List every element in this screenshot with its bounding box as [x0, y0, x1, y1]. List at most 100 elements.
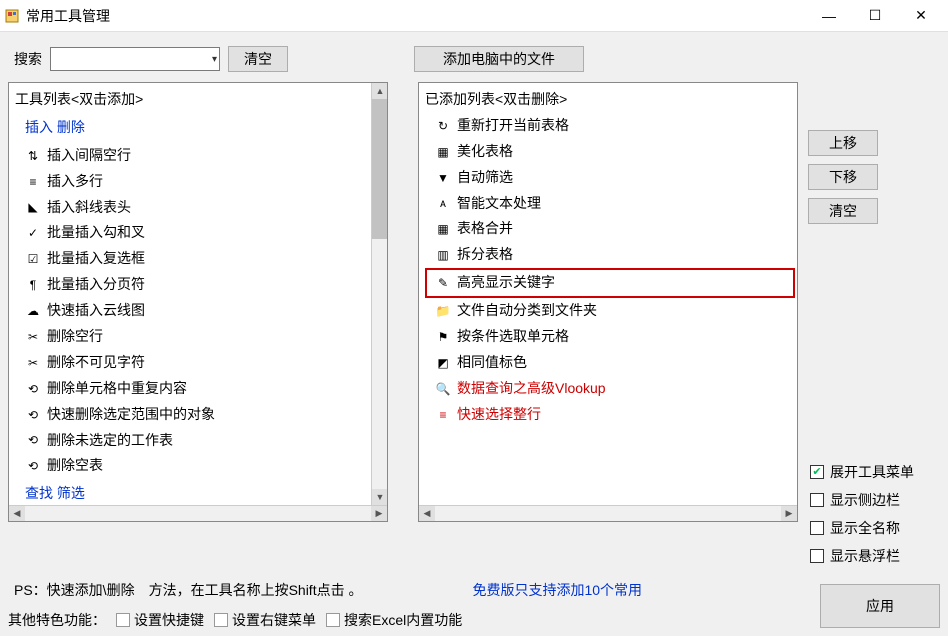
list-item[interactable]: ✓ 批量插入勾和叉 — [15, 220, 385, 246]
group-insert-delete[interactable]: 插入 删除 — [15, 113, 385, 143]
list-item-label: 插入斜线表头 — [47, 195, 131, 221]
list-item[interactable]: ◩相同值标色 — [425, 350, 795, 376]
chevron-down-icon: ▾ — [212, 54, 217, 65]
tool-icon: ▼ — [435, 170, 451, 186]
maximize-button[interactable]: ☐ — [852, 0, 898, 32]
move-down-button[interactable]: 下移 — [808, 164, 878, 190]
tool-icon: ▥ — [435, 247, 451, 263]
tool-icon: ᴀ — [435, 196, 451, 212]
scroll-down-icon[interactable]: ▼ — [372, 489, 388, 505]
list-item[interactable]: ▦美化表格 — [425, 139, 795, 165]
titlebar: 常用工具管理 ― ☐ ✕ — [0, 0, 948, 32]
tool-icon: ◣ — [25, 200, 41, 216]
show-sidebar-checkbox[interactable]: 显示侧边栏 — [810, 490, 914, 510]
footer-label: 其他特色功能： — [8, 610, 106, 630]
list-item-label: 插入间隔空行 — [47, 143, 131, 169]
added-list[interactable]: 已添加列表<双击删除> ↻重新打开当前表格▦美化表格▼自动筛选ᴀ智能文本处理▦表… — [418, 82, 798, 522]
scrollbar-horizontal[interactable]: ◀ ▶ — [9, 505, 387, 521]
tool-icon: ↻ — [435, 118, 451, 134]
close-button[interactable]: ✕ — [898, 0, 944, 32]
list-item-label: 删除单元格中重复内容 — [47, 376, 187, 402]
list-item-label: 批量插入勾和叉 — [47, 220, 145, 246]
list-item[interactable]: ⇅插入间隔空行 — [15, 143, 385, 169]
footer: 其他特色功能： 设置快捷键 设置右键菜单 搜索Excel内置功能 — [8, 610, 462, 630]
scroll-thumb[interactable] — [372, 99, 387, 239]
list-item-label: 快速插入云线图 — [47, 298, 145, 324]
list-item[interactable]: ≡插入多行 — [15, 169, 385, 195]
scroll-right-icon[interactable]: ▶ — [371, 506, 387, 522]
list-item[interactable]: ᴀ 智能文本处理 — [425, 191, 795, 217]
move-up-button[interactable]: 上移 — [808, 130, 878, 156]
tool-icon: ≡ — [435, 407, 451, 423]
tool-list-header: 工具列表<双击添加> — [15, 87, 385, 113]
clear-button[interactable]: 清空 — [228, 46, 288, 72]
list-item[interactable]: ↻重新打开当前表格 — [425, 113, 795, 139]
tool-icon: ◩ — [435, 355, 451, 371]
footer-link-search-builtin[interactable]: 搜索Excel内置功能 — [326, 610, 462, 630]
minimize-button[interactable]: ― — [806, 0, 852, 32]
list-item[interactable]: ◣ 插入斜线表头 — [15, 195, 385, 221]
list-item-label: 快速选择整行 — [457, 402, 541, 428]
apply-button[interactable]: 应用 — [820, 584, 940, 628]
list-item-label: 文件自动分类到文件夹 — [457, 298, 597, 324]
checkbox-icon — [810, 521, 824, 535]
list-item[interactable]: ⟲快速删除选定范围中的对象 — [15, 402, 385, 428]
list-item-label: 高亮显示关键字 — [457, 270, 555, 296]
list-item[interactable]: ☁ 快速插入云线图 — [15, 298, 385, 324]
list-item[interactable]: ¶ 批量插入分页符 — [15, 272, 385, 298]
tool-icon: ✂ — [25, 355, 41, 371]
search-combobox[interactable]: ▾ — [50, 47, 220, 71]
tool-icon: ☁ — [25, 303, 41, 319]
tool-icon: ✎ — [435, 275, 451, 291]
tool-icon: ⚑ — [435, 329, 451, 345]
keyboard-icon — [116, 613, 130, 627]
add-file-button[interactable]: 添加电脑中的文件 — [414, 46, 584, 72]
list-item[interactable]: ✂ 删除不可见字符 — [15, 350, 385, 376]
checkbox-icon — [810, 549, 824, 563]
scroll-up-icon[interactable]: ▲ — [372, 83, 388, 99]
footer-link-contextmenu[interactable]: 设置右键菜单 — [214, 610, 316, 630]
list-item[interactable]: ▦表格合并 — [425, 216, 795, 242]
list-item[interactable]: ✎ 高亮显示关键字 — [425, 268, 795, 298]
app-icon — [4, 8, 20, 24]
footer-link-hotkey[interactable]: 设置快捷键 — [116, 610, 204, 630]
list-item[interactable]: ⚑按条件选取单元格 — [425, 324, 795, 350]
list-item[interactable]: ▼自动筛选 — [425, 165, 795, 191]
tool-icon: ⟲ — [25, 433, 41, 449]
list-item[interactable]: ⟲ 删除未选定的工作表 — [15, 428, 385, 454]
scroll-left-icon[interactable]: ◀ — [9, 506, 25, 522]
tool-icon: ▦ — [435, 144, 451, 160]
list-item-label: 拆分表格 — [457, 242, 513, 268]
tool-icon: 📁 — [435, 303, 451, 319]
list-item-label: 数据查询之高级Vlookup — [457, 376, 606, 402]
list-item[interactable]: ≡ 快速选择整行 — [425, 402, 795, 428]
scrollbar-vertical[interactable]: ▲ ▼ — [371, 83, 387, 505]
tool-icon: ✓ — [25, 225, 41, 241]
list-item-label: 删除不可见字符 — [47, 350, 145, 376]
show-floatbar-checkbox[interactable]: 显示悬浮栏 — [810, 546, 914, 566]
list-item-label: 删除空表 — [47, 453, 103, 479]
tool-list[interactable]: 工具列表<双击添加> 插入 删除 ⇅插入间隔空行≡插入多行 ◣ 插入斜线表头 ✓ 批量插… — [8, 82, 388, 522]
list-item[interactable]: 📁 文件自动分类到文件夹 — [425, 298, 795, 324]
tool-icon: ▦ — [435, 221, 451, 237]
scroll-right-icon[interactable]: ▶ — [781, 506, 797, 522]
list-item-label: 批量插入复选框 — [47, 246, 145, 272]
expand-menu-checkbox[interactable]: ✔ 展开工具菜单 — [810, 462, 914, 482]
tool-icon: ¶ — [25, 277, 41, 293]
scrollbar-horizontal[interactable]: ◀ ▶ — [419, 505, 797, 521]
checkbox-icon — [810, 493, 824, 507]
list-item-label: 批量插入分页符 — [47, 272, 145, 298]
list-item[interactable]: 🔍数据查询之高级Vlookup — [425, 376, 795, 402]
list-item-label: 删除空行 — [47, 324, 103, 350]
list-item-label: 删除未选定的工作表 — [47, 428, 173, 454]
list-item[interactable]: ✂删除空行 — [15, 324, 385, 350]
tool-icon: ⟲ — [25, 458, 41, 474]
list-item[interactable]: ▥ 拆分表格 — [425, 242, 795, 268]
list-item[interactable]: ☑批量插入复选框 — [15, 246, 385, 272]
scroll-left-icon[interactable]: ◀ — [419, 506, 435, 522]
list-item[interactable]: ⟲ 删除空表 — [15, 453, 385, 479]
list-item[interactable]: ⟲删除单元格中重复内容 — [15, 376, 385, 402]
show-fullname-checkbox[interactable]: 显示全名称 — [810, 518, 914, 538]
list-item-label: 智能文本处理 — [457, 191, 541, 217]
clear-list-button[interactable]: 清空 — [808, 198, 878, 224]
